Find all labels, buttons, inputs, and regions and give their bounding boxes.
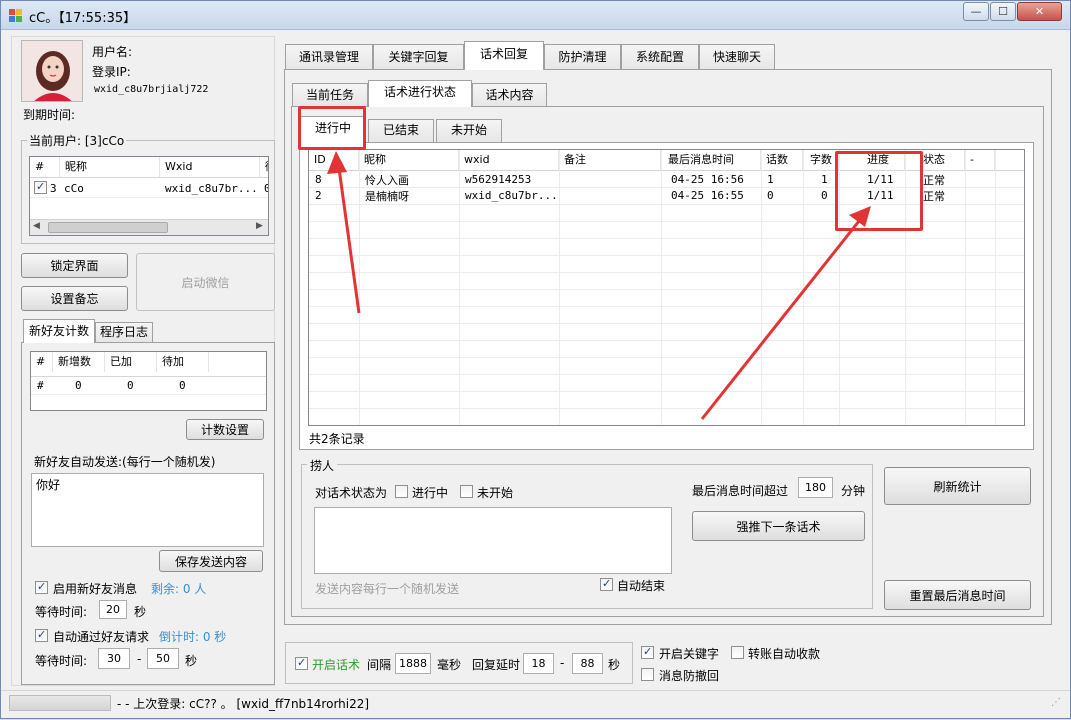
arrow-head-1-icon [327,151,347,174]
annotation-arrow-1 [336,160,361,314]
app-window: cC。【17:55:35】 — ☐ ✕ 用户名: 登录IP: wxid_c8u7… [0,0,1071,719]
annotation-arrow-2 [700,215,865,420]
annotation-arrows [327,151,871,420]
arrow-head-2-icon [849,206,871,227]
